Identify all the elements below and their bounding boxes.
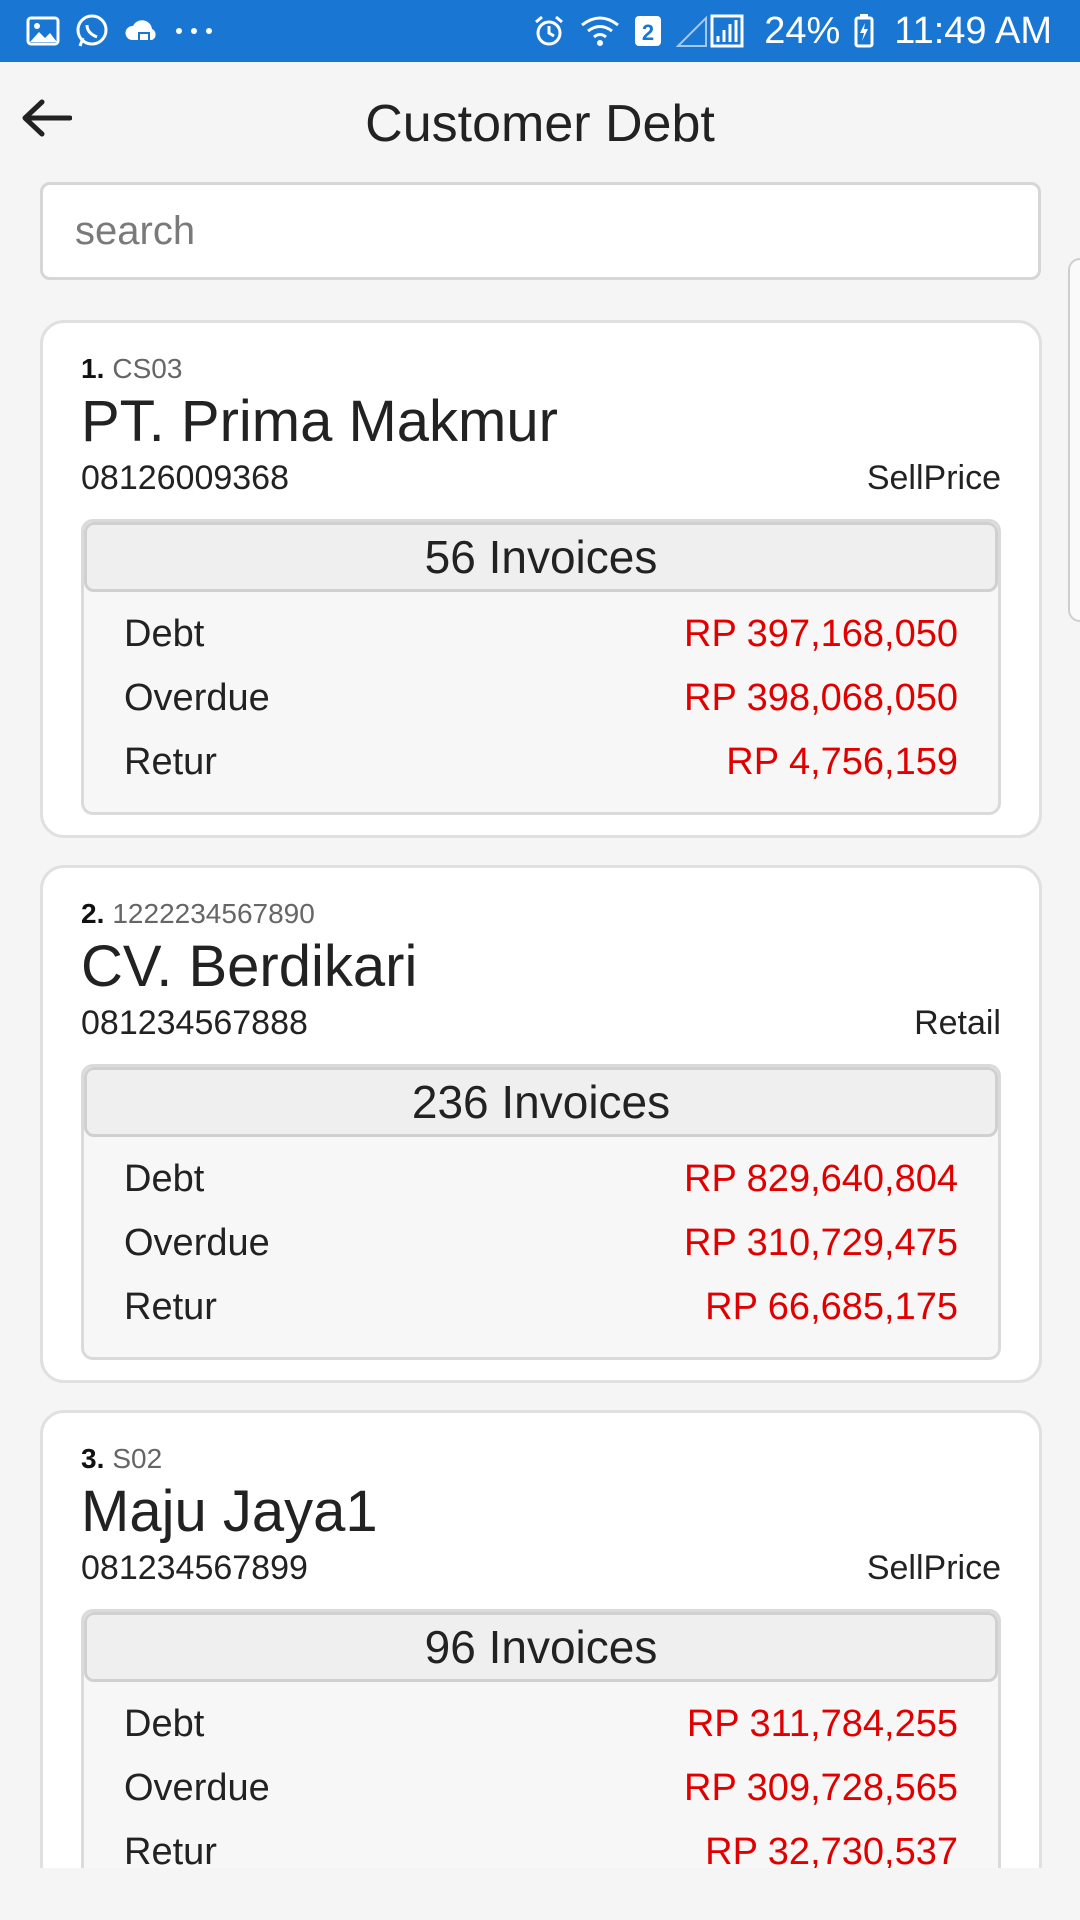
customer-name: CV. Berdikari (81, 934, 418, 999)
customer-card[interactable]: 3. S02 Maju Jaya1 081234567899 SellPrice … (40, 1410, 1042, 1868)
retur-row: Retur RP 4,756,159 (84, 730, 998, 794)
app-header: Customer Debt (0, 62, 1080, 180)
retur-value: RP 66,685,175 (705, 1285, 958, 1328)
debt-value: RP 397,168,050 (684, 612, 958, 655)
search-input[interactable] (40, 182, 1041, 280)
debt-label: Debt (124, 612, 205, 655)
customer-card-header: 2. 1222234567890 CV. Berdikari 0812345678… (81, 896, 1001, 1044)
retur-label: Retur (124, 1830, 217, 1869)
customer-info-row: 08126009368 SellPrice (81, 457, 1001, 499)
customer-phone: 08126009368 (81, 459, 290, 497)
debt-value: RP 311,784,255 (686, 1702, 958, 1745)
page-title: Customer Debt (365, 95, 715, 153)
debt-label: Debt (124, 1157, 205, 1200)
overdue-value: RP 310,729,475 (684, 1221, 958, 1264)
wifi-icon (580, 15, 620, 47)
customer-index-line: 3. S02 (81, 1441, 1001, 1477)
cloud-icon (124, 16, 160, 46)
customer-code: 1222234567890 (112, 898, 315, 929)
debt-label: Debt (124, 1702, 205, 1745)
overdue-value: RP 309,728,565 (684, 1766, 958, 1809)
more-dots-icon (174, 26, 214, 36)
customer-info-row: 081234567888 Retail (81, 1002, 1001, 1044)
sim-2-icon: 2 (634, 15, 662, 47)
customer-code: CS03 (112, 353, 183, 384)
sim-badge-text: 2 (642, 20, 654, 45)
side-scroll-handle[interactable] (1068, 258, 1080, 622)
whatsapp-icon (74, 13, 110, 49)
overdue-row: Overdue RP 398,068,050 (84, 666, 998, 730)
price-type: SellPrice (866, 459, 1001, 497)
customer-card[interactable]: 2. 1222234567890 CV. Berdikari 0812345678… (40, 865, 1042, 1383)
retur-label: Retur (124, 740, 217, 783)
customer-phone: 081234567888 (81, 1004, 308, 1042)
alarm-icon (532, 14, 566, 48)
customer-index: 1. (81, 353, 105, 384)
retur-row: Retur RP 32,730,537 (84, 1820, 998, 1869)
debt-row: Debt RP 311,784,255 (84, 1692, 998, 1756)
customer-name: PT. Prima Makmur (81, 389, 558, 454)
status-bar-left (26, 13, 214, 49)
debt-summary: 236 Invoices Debt RP 829,640,804 Overdue… (81, 1064, 1001, 1360)
retur-value: RP 4,756,159 (726, 740, 958, 783)
status-bar: 2 24% 11:49 AM (0, 0, 1080, 62)
customer-list[interactable]: 1. CS03 PT. Prima Makmur 08126009368 Sell… (40, 320, 1042, 1868)
signal-icon (676, 14, 746, 48)
customer-code: S02 (112, 1443, 163, 1474)
customer-info-row: 081234567899 SellPrice (81, 1547, 1001, 1589)
debt-row: Debt RP 397,168,050 (84, 602, 998, 666)
customer-card-header: 1. CS03 PT. Prima Makmur 08126009368 Sell… (81, 351, 1001, 499)
customer-name: Maju Jaya1 (81, 1479, 378, 1544)
customer-card-header: 3. S02 Maju Jaya1 081234567899 SellPrice (81, 1441, 1001, 1589)
customer-phone: 081234567899 (81, 1549, 308, 1587)
debt-summary: 96 Invoices Debt RP 311,784,255 Overdue … (81, 1609, 1001, 1868)
gallery-icon (26, 16, 60, 46)
customer-index: 2. (81, 898, 105, 929)
retur-value: RP 32,730,537 (705, 1830, 958, 1869)
battery-icon (854, 14, 874, 48)
status-time: 11:49 AM (894, 9, 1052, 52)
customer-index-line: 2. 1222234567890 (81, 896, 1001, 932)
overdue-label: Overdue (124, 676, 270, 719)
overdue-label: Overdue (124, 1766, 270, 1809)
invoices-button[interactable]: 56 Invoices (84, 522, 998, 592)
customer-index: 3. (81, 1443, 105, 1474)
customer-card[interactable]: 1. CS03 PT. Prima Makmur 08126009368 Sell… (40, 320, 1042, 838)
invoices-button[interactable]: 96 Invoices (84, 1612, 998, 1682)
price-type: Retail (914, 1004, 1001, 1042)
debt-row: Debt RP 829,640,804 (84, 1147, 998, 1211)
customer-index-line: 1. CS03 (81, 351, 1001, 387)
overdue-value: RP 398,068,050 (684, 676, 958, 719)
battery-percent: 24% (764, 9, 841, 52)
overdue-row: Overdue RP 309,728,565 (84, 1756, 998, 1820)
retur-label: Retur (124, 1285, 217, 1328)
debt-summary: 56 Invoices Debt RP 397,168,050 Overdue … (81, 519, 1001, 815)
retur-row: Retur RP 66,685,175 (84, 1275, 998, 1339)
invoices-button[interactable]: 236 Invoices (84, 1067, 998, 1137)
status-bar-right: 2 24% 11:49 AM (532, 10, 1052, 53)
price-type: SellPrice (866, 1549, 1001, 1587)
overdue-label: Overdue (124, 1221, 270, 1264)
overdue-row: Overdue RP 310,729,475 (84, 1211, 998, 1275)
debt-value: RP 829,640,804 (684, 1157, 958, 1200)
